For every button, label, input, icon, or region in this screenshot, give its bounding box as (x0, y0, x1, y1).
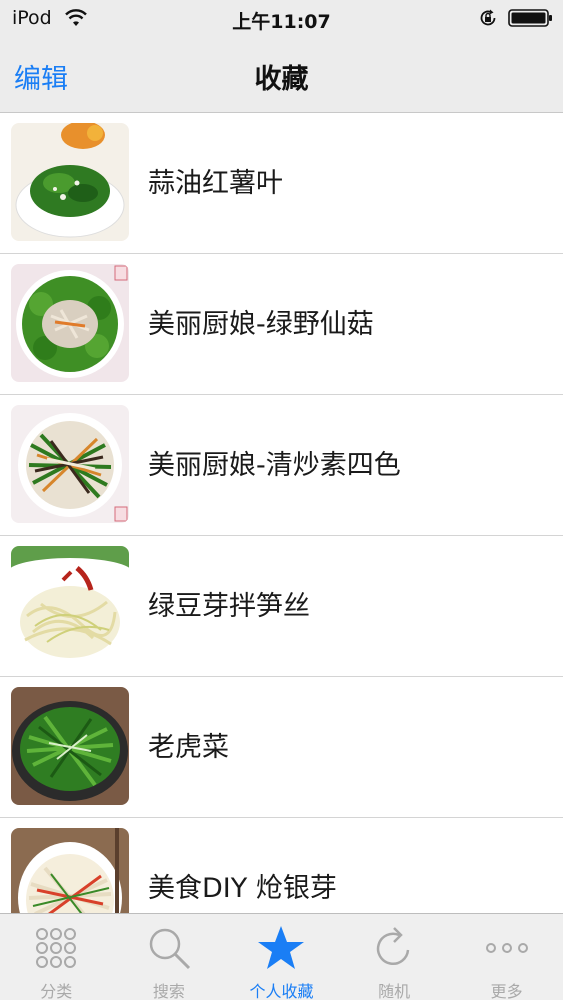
tab-more[interactable]: 更多 (450, 914, 563, 1000)
status-bar: iPod 上午11:07 (0, 0, 563, 38)
tab-label: 搜索 (152, 982, 185, 1000)
grid-icon (36, 928, 77, 968)
sweet-potato-leaves-photo (11, 123, 129, 241)
recipe-title: 美丽厨娘-绿野仙菇 (148, 309, 374, 340)
spicy-bean-sprout-photo (11, 828, 129, 913)
tab-search[interactable]: 搜索 (113, 914, 226, 1000)
refresh-icon (376, 927, 410, 966)
search-icon (149, 928, 190, 970)
list-item[interactable]: 美丽厨娘-绿野仙菇 (0, 254, 563, 395)
list-item[interactable]: 蒜油红薯叶 (0, 113, 563, 254)
recipe-title: 蒜油红薯叶 (148, 168, 283, 199)
navigation-bar: 编辑 收藏 (0, 38, 563, 113)
tab-favorites[interactable]: 个人收藏 (225, 914, 338, 1000)
page-title: 收藏 (254, 64, 309, 95)
mushroom-broccoli-photo (11, 264, 129, 382)
recipe-title: 美丽厨娘-清炒素四色 (148, 450, 401, 481)
tab-label: 更多 (490, 982, 523, 1000)
list-item[interactable]: 老虎菜 (0, 677, 563, 818)
star-icon (258, 926, 305, 969)
recipe-title: 老虎菜 (148, 732, 229, 763)
tiger-salad-photo (11, 687, 129, 805)
list-item[interactable]: 美食DIY 炝银芽 (0, 818, 563, 913)
recipe-title: 绿豆芽拌笋丝 (148, 591, 310, 622)
more-icon (485, 943, 528, 953)
bean-sprout-salad-photo (11, 546, 129, 664)
battery-icon (508, 9, 552, 27)
list-item[interactable]: 绿豆芽拌笋丝 (0, 536, 563, 677)
recipe-title: 美食DIY 炝银芽 (148, 873, 337, 904)
tab-categories[interactable]: 分类 (0, 914, 113, 1000)
tab-label: 个人收藏 (249, 982, 314, 1000)
stir-fry-four-color-photo (11, 405, 129, 523)
tab-label: 随机 (378, 982, 411, 1000)
favorites-list[interactable]: 蒜油红薯叶 美丽厨娘-绿野仙菇 美丽厨娘-清炒素四色 绿豆芽拌笋丝 老虎菜 美食… (0, 113, 563, 913)
tab-bar: 分类 搜索 个人收藏 随机 更多 (0, 913, 563, 1000)
tab-random[interactable]: 随机 (338, 914, 451, 1000)
tab-label: 分类 (40, 982, 73, 1000)
list-item[interactable]: 美丽厨娘-清炒素四色 (0, 395, 563, 536)
rotation-lock-icon (480, 9, 496, 26)
